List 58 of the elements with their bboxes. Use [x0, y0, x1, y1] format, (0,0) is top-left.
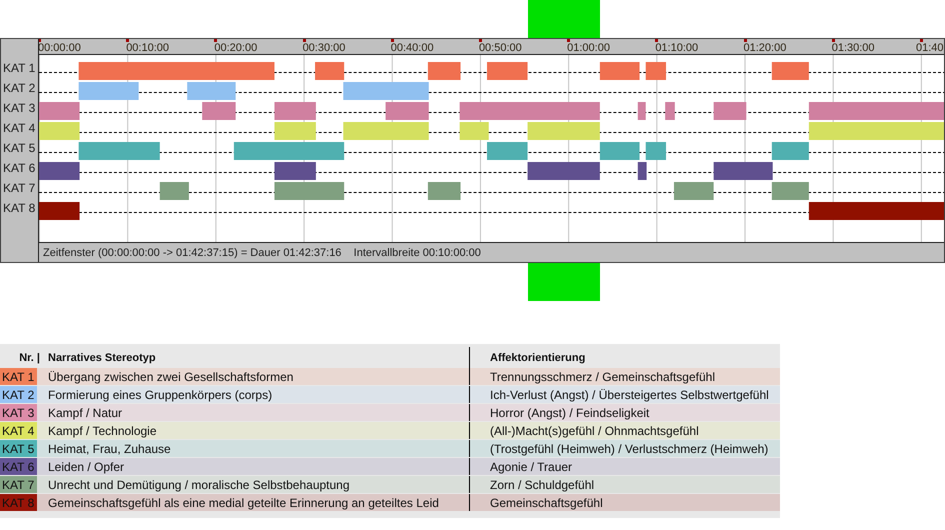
row-label: KAT 5 — [3, 141, 36, 155]
tick-mark — [390, 39, 394, 42]
row-label: KAT 8 — [3, 201, 36, 215]
tick-mark — [567, 39, 570, 42]
time-label: 01:00:00 — [567, 42, 610, 54]
row-label: KAT 3 — [3, 101, 36, 115]
tick-mark — [832, 39, 835, 42]
category-tag: KAT 3 — [0, 404, 37, 421]
time-label: 00:30:00 — [302, 42, 346, 54]
tick-mark — [744, 39, 746, 42]
table-cell: Unrecht und Demütigung / moralische Selbstbehauptung — [48, 478, 350, 492]
marker-block — [528, 0, 600, 38]
table-cell: Horror (Angst) / Feindseligkeit — [490, 406, 650, 420]
table-cell: Gemeinschaftsgefühl — [490, 496, 603, 510]
time-label: 01:30:00 — [832, 42, 875, 54]
tick-mark — [302, 39, 306, 42]
table-cell: Zorn / Schuldgefühl — [490, 478, 594, 492]
column-header: Nr. | — [19, 352, 40, 364]
category-tag: KAT 1 — [0, 368, 37, 385]
table-cell: (Trostgefühl (Heimweh) / Verlustschmerz (Heimweh) — [490, 442, 768, 456]
table-cell: Kampf / Technologie — [48, 424, 157, 438]
table-cell: Ich-Verlust (Angst) / Übersteigertes Selbstwertgefühl — [490, 388, 769, 402]
table-cell: Übergang zwischen zwei Gesellschaftsformen — [48, 370, 294, 384]
time-label: 01:20:00 — [744, 42, 786, 54]
marker-block — [528, 263, 600, 301]
tick-mark — [478, 39, 482, 42]
tick-mark — [920, 39, 923, 42]
category-tag: KAT 5 — [0, 440, 37, 457]
category-tag: KAT 4 — [0, 422, 37, 439]
table-cell: Agonie / Trauer — [490, 460, 572, 474]
table-cell: Leiden / Opfer — [48, 460, 124, 474]
column-header: Affektorientierung — [490, 352, 586, 364]
row-label: KAT 4 — [3, 121, 36, 135]
category-tag: KAT 2 — [0, 386, 37, 403]
category-tag: KAT 8 — [0, 494, 37, 511]
table-cell: Gemeinschaftsgefühl als eine medial geteilte Erinnerung an geteiltes Leid — [48, 496, 439, 510]
table-cell: Formierung eines Gruppenkörpers (corps) — [48, 388, 272, 402]
category-tag: KAT 6 — [0, 458, 37, 475]
tick-mark — [126, 39, 130, 42]
time-label: 00:10:00 — [126, 42, 170, 54]
time-label: 01:10:00 — [655, 42, 698, 54]
row-label: KAT 2 — [3, 81, 36, 95]
category-tag: KAT 7 — [0, 476, 37, 493]
time-label: 00:20:00 — [214, 42, 258, 54]
tick-mark — [655, 39, 658, 42]
tick-mark — [214, 39, 218, 42]
table-cell: Kampf / Natur — [48, 406, 122, 420]
status-bar: Zeitfenster (00:00:00:00 -> 01:42:37:15) = Dauer 01:42:37:16 Intervallbreite 00:10:00:00 — [38, 242, 944, 262]
table-cell: Heimat, Frau, Zuhause — [48, 442, 171, 456]
table-cell: (All-)Macht(s)gefühl / Ohnmachtsgefühl — [490, 424, 699, 438]
time-label: 01:40 — [916, 42, 944, 54]
row-label: KAT 1 — [3, 61, 36, 75]
time-label: 00:50:00 — [478, 42, 522, 54]
table-cell: Trennungsschmerz / Gemeinschaftsgefühl — [490, 370, 715, 384]
time-label: 00:40:00 — [390, 42, 434, 54]
row-label: KAT 7 — [3, 181, 36, 195]
column-header: Narratives Stereotyp — [48, 352, 156, 364]
row-label: KAT 6 — [3, 161, 36, 175]
